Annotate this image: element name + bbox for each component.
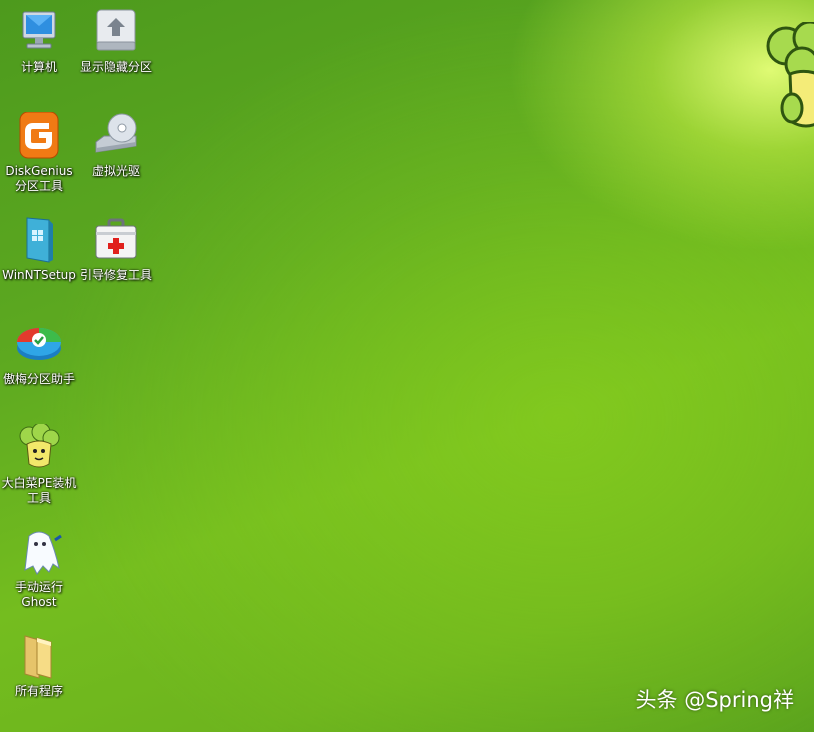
winntsetup-icon (26, 217, 53, 263)
desktop-icon-label: 所有程序 (14, 684, 63, 698)
ghost-icon (24, 531, 62, 575)
wallpaper-mascot-icon (766, 22, 814, 128)
desktop-icon-virtual-drive[interactable]: 虚拟光驱 (77, 112, 155, 179)
computer-icon (22, 11, 56, 49)
desktop-icon-computer[interactable]: 计算机 (0, 8, 78, 75)
desktop-icon-winntsetup[interactable]: WinNTSetup (0, 216, 78, 283)
show-partition-icon (96, 9, 136, 51)
desktop-icon-all-programs[interactable]: 所有程序 (0, 632, 78, 699)
desktop-icon-boot-repair[interactable]: 引导修复工具 (77, 216, 155, 283)
desktop-icon-label: 计算机 (20, 60, 57, 74)
desktop-icon-label: 引导修复工具 (79, 268, 152, 282)
desktop-icon-label: WinNTSetup (2, 268, 76, 282)
watermark-text: 头条 @Spring祥 (635, 688, 794, 712)
desktop-icon-label: 显示隐藏分区 (79, 60, 152, 74)
desktop-icon-label: DiskGenius 分区工具 (5, 164, 73, 193)
folder-icon (24, 635, 52, 679)
desktop-icon-label: 傲梅分区助手 (2, 372, 75, 386)
desktop-icon-ghost[interactable]: 手动运行 Ghost (0, 528, 78, 610)
desktop-icon-diskgenius[interactable]: DiskGenius 分区工具 (0, 112, 78, 194)
dabaicai-installer-icon (19, 424, 60, 468)
desktop-icon-label: 手动运行 Ghost (14, 580, 63, 609)
aomei-partition-icon (17, 328, 61, 360)
diskgenius-icon (19, 112, 59, 159)
desktop-icon-label: 虚拟光驱 (91, 164, 140, 178)
desktop-icon-aomei-partition[interactable]: 傲梅分区助手 (0, 320, 78, 387)
desktop-icon-label: 大白菜PE装机 工具 (1, 476, 77, 505)
desktop-icon-show-partition[interactable]: 显示隐藏分区 (77, 8, 155, 75)
boot-repair-icon (95, 218, 137, 259)
desktop-icon-dabaicai-installer[interactable]: 大白菜PE装机 工具 (0, 424, 78, 506)
virtual-drive-icon (95, 113, 137, 153)
